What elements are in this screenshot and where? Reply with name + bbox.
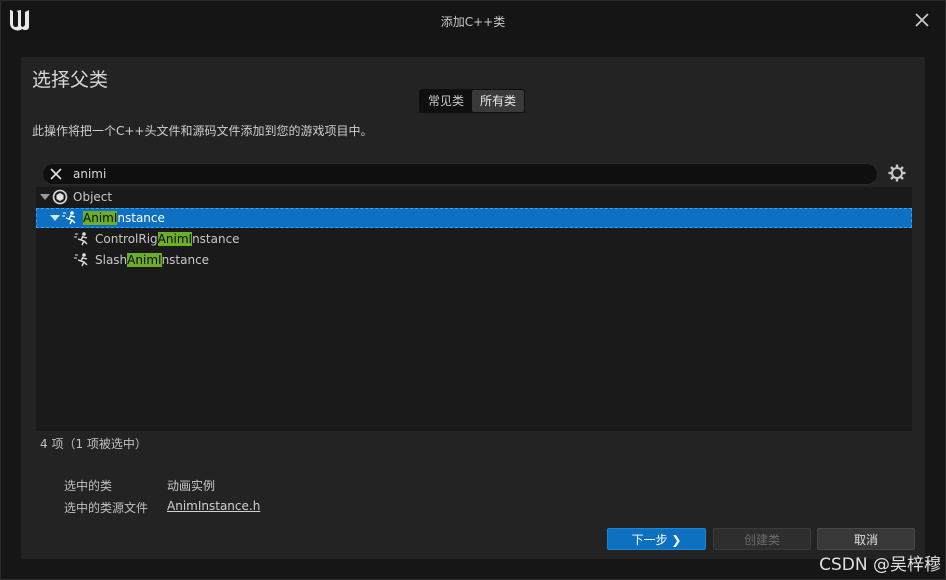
- description-text: 此操作将把一个C++头文件和源码文件添加到您的游戏项目中。: [32, 124, 373, 138]
- search-match-highlight: AnimI: [83, 211, 118, 225]
- search-match-highlight: AnimI: [157, 232, 193, 246]
- item-count: 4 项（1 项被选中）: [40, 437, 147, 451]
- search-match-highlight: AnimI: [127, 253, 162, 267]
- tree-row-anim-instance[interactable]: AnimInstance: [36, 208, 912, 228]
- tree-row-slash-anim-instance[interactable]: SlashAnimInstance: [36, 250, 912, 270]
- cancel-button[interactable]: 取消: [817, 528, 915, 550]
- page-title: 选择父类: [32, 69, 109, 91]
- anim-instance-icon: [74, 232, 88, 246]
- object-class-icon: [52, 189, 68, 205]
- selected-class-value: 动画实例: [167, 479, 216, 493]
- watermark-text: CSDN @吴梓穆: [819, 555, 941, 575]
- tree-row-control-rig-anim-instance[interactable]: ControlRigAnimInstance: [36, 229, 912, 249]
- next-button[interactable]: 下一步 ❯: [607, 528, 706, 550]
- window-title: 添加C++类: [440, 15, 506, 29]
- source-file-link[interactable]: AnimInstance.h: [167, 499, 260, 513]
- selected-class-label: 选中的类: [64, 479, 113, 493]
- class-filter-toggle: 常见类 所有类: [419, 89, 526, 113]
- main-panel: 选择父类 常见类 所有类 此操作将把一个C++头文件和源码文件添加到您的游戏项目…: [21, 57, 925, 559]
- class-search-box: [42, 163, 878, 185]
- tab-common-classes[interactable]: 常见类: [420, 90, 472, 112]
- tree-item-label: SlashAnimInstance: [95, 253, 210, 267]
- create-class-button[interactable]: 创建类: [713, 528, 811, 550]
- class-tree: Object AnimInstance ControlRigAnimInstan…: [36, 187, 912, 431]
- tab-all-classes[interactable]: 所有类: [472, 90, 525, 112]
- source-file-label: 选中的类源文件: [64, 501, 149, 515]
- settings-gear-icon[interactable]: [887, 163, 907, 183]
- add-cpp-class-dialog: 添加C++类 选择父类 常见类 所有类 此操作将把一个C++头文件和源码文件添加…: [0, 0, 946, 580]
- close-icon[interactable]: [913, 11, 931, 29]
- anim-instance-icon: [62, 211, 76, 225]
- tree-row-object[interactable]: Object: [36, 187, 912, 207]
- clear-search-icon[interactable]: [48, 166, 64, 182]
- tree-item-label: ControlRigAnimInstance: [95, 232, 240, 246]
- search-input[interactable]: [73, 164, 863, 184]
- collapse-arrow-icon[interactable]: [39, 191, 51, 203]
- anim-instance-icon: [74, 253, 88, 267]
- tree-item-label: Object: [73, 190, 113, 204]
- collapse-arrow-icon[interactable]: [49, 212, 61, 224]
- title-bar: 添加C++类: [1, 1, 945, 41]
- tree-item-label: AnimInstance: [83, 211, 165, 225]
